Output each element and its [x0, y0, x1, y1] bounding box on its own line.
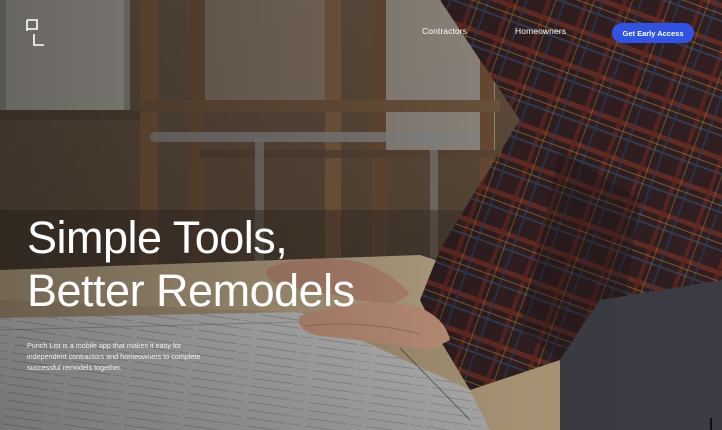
- hero-description: Punch List is a mobile app that makes it…: [27, 341, 201, 372]
- text-cursor-icon: [710, 418, 712, 430]
- hero-headline-line-1: Simple Tools,: [27, 212, 288, 263]
- nav-link-homeowners[interactable]: Homeowners: [515, 26, 566, 36]
- punch-list-logo-icon[interactable]: [25, 18, 47, 48]
- hero-headline-line-2: Better Remodels: [27, 265, 355, 316]
- hero-headline: Simple Tools, Better Remodels: [27, 211, 355, 317]
- get-early-access-button[interactable]: Get Early Access: [612, 23, 694, 43]
- nav-link-contractors[interactable]: Contractors: [422, 26, 467, 36]
